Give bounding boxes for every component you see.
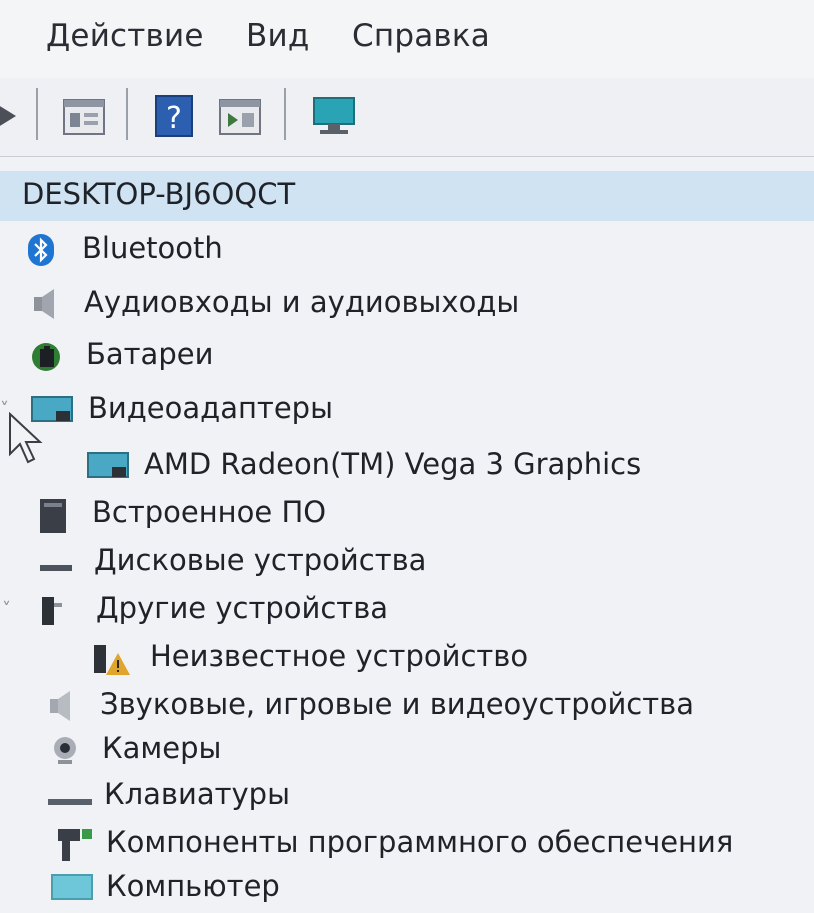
other-device-icon bbox=[38, 593, 72, 627]
tree-item-audio-io[interactable]: Аудиовходы и аудиовыходы bbox=[0, 279, 814, 329]
menu-bar: Действие Вид Справка bbox=[0, 0, 814, 79]
unknown-device-warning-icon bbox=[92, 641, 132, 675]
tree-item-label: Звуковые, игровые и видеоустройства bbox=[100, 687, 694, 721]
menu-view[interactable]: Вид bbox=[246, 18, 309, 54]
disk-icon bbox=[38, 545, 72, 579]
tree-item-label: Дисковые устройства bbox=[94, 543, 427, 577]
tree-item-label: Клавиатуры bbox=[104, 777, 290, 811]
bluetooth-icon bbox=[24, 233, 58, 267]
view-icon[interactable] bbox=[218, 94, 262, 138]
tree-item-firmware[interactable]: Встроенное ПО bbox=[0, 489, 814, 539]
device-tree: DESKTOP-BJ6OQCT Bluetooth Аудиовходы и а… bbox=[0, 157, 814, 906]
tree-item-cameras[interactable]: Камеры bbox=[0, 725, 814, 775]
battery-icon bbox=[30, 339, 64, 373]
monitor-icon[interactable] bbox=[308, 94, 360, 138]
speaker-icon bbox=[28, 287, 62, 321]
tree-item-label: Другие устройства bbox=[96, 591, 389, 625]
menu-action[interactable]: Действие bbox=[46, 18, 204, 54]
tree-item-label: Камеры bbox=[102, 731, 222, 765]
camera-icon bbox=[48, 733, 82, 767]
firmware-icon bbox=[36, 497, 70, 533]
toolbar-separator bbox=[126, 88, 128, 140]
tree-item-label: Видеоадаптеры bbox=[88, 391, 333, 425]
tree-item-label: Компьютер bbox=[106, 869, 280, 903]
tree-item-display-adapters[interactable]: ˅ Видеоадаптеры bbox=[0, 385, 814, 435]
tree-item-label: Встроенное ПО bbox=[92, 495, 327, 529]
mouse-cursor-icon bbox=[8, 411, 44, 464]
tree-item-other-devices[interactable]: ˅ Другие устройства bbox=[0, 585, 814, 635]
properties-icon[interactable] bbox=[62, 94, 106, 138]
tree-item-label: Аудиовходы и аудиовыходы bbox=[84, 285, 520, 319]
tree-item-software-components[interactable]: Компоненты программного обеспечения bbox=[0, 819, 814, 869]
display-adapter-icon bbox=[86, 449, 130, 483]
tree-item-amd-radeon[interactable]: AMD Radeon(TM) Vega 3 Graphics bbox=[0, 441, 814, 491]
tree-item-bluetooth[interactable]: Bluetooth bbox=[0, 225, 814, 275]
tree-item-sound-devices[interactable]: Звуковые, игровые и видеоустройства bbox=[0, 681, 814, 731]
tree-item-label: Bluetooth bbox=[82, 231, 223, 265]
menu-help[interactable]: Справка bbox=[352, 18, 490, 54]
keyboard-icon bbox=[46, 779, 94, 813]
tree-item-disk-drives[interactable]: Дисковые устройства bbox=[0, 537, 814, 587]
sound-icon bbox=[44, 689, 78, 723]
tree-item-keyboards[interactable]: Клавиатуры bbox=[0, 771, 814, 821]
help-icon[interactable]: ? bbox=[154, 94, 194, 138]
tree-item-unknown-device[interactable]: Неизвестное устройство bbox=[0, 633, 814, 683]
tree-item-batteries[interactable]: Батареи bbox=[0, 331, 814, 381]
tree-item-label: Компоненты программного обеспечения bbox=[106, 825, 734, 859]
tree-root[interactable]: DESKTOP-BJ6OQCT bbox=[0, 171, 814, 221]
toolbar-separator bbox=[36, 88, 38, 140]
svg-text:?: ? bbox=[166, 101, 182, 136]
toolbar-separator bbox=[284, 88, 286, 140]
computer-icon bbox=[50, 871, 94, 905]
tree-item-label: Неизвестное устройство bbox=[150, 639, 529, 673]
software-component-icon bbox=[56, 827, 96, 861]
tree-item-label: Батареи bbox=[86, 337, 214, 371]
computer-name: DESKTOP-BJ6OQCT bbox=[22, 177, 296, 211]
tree-item-label: AMD Radeon(TM) Vega 3 Graphics bbox=[144, 447, 642, 481]
forward-icon[interactable] bbox=[0, 94, 22, 138]
collapse-arrow-icon[interactable]: ˅ bbox=[2, 599, 11, 620]
toolbar bbox=[0, 78, 814, 157]
